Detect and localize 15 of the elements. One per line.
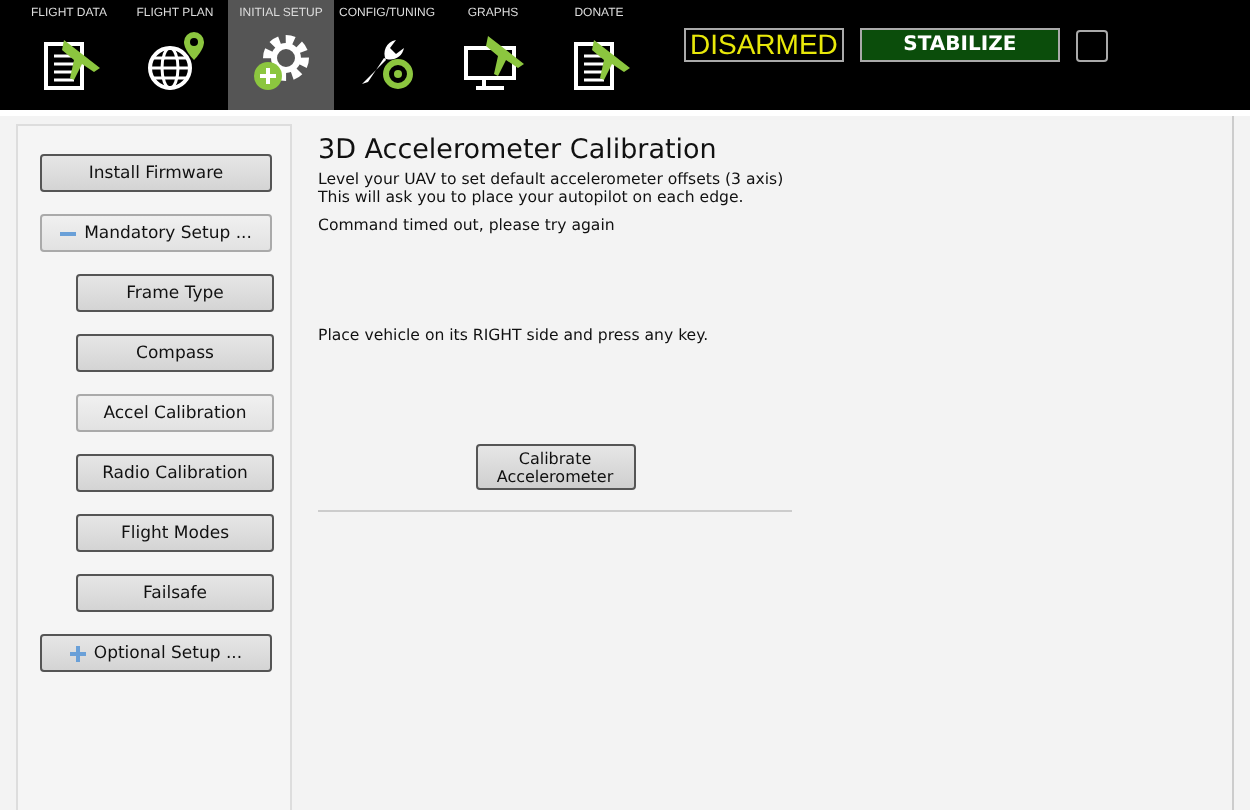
flight-mode: STABILIZE	[859, 28, 1060, 62]
status-box	[1075, 29, 1108, 61]
page-title: 3D Accelerometer Calibration	[318, 134, 717, 166]
sidebar-button[interactable]: Optional Setup ...	[40, 634, 272, 672]
calibrate-button[interactable]: Calibrate Accelerometer	[475, 444, 635, 490]
arm-status: DISARMED	[684, 28, 844, 62]
sidebar-button[interactable]: Accel Calibration	[76, 394, 274, 432]
sidebar-button[interactable]: Compass	[76, 334, 274, 372]
sidebar-button[interactable]: Install Firmware	[40, 154, 272, 192]
sidebar-button[interactable]: Frame Type	[76, 274, 274, 312]
sidebar-button[interactable]: Mandatory Setup ...	[40, 214, 272, 252]
sidebar-button[interactable]: Flight Modes	[76, 514, 274, 552]
sidebar-button[interactable]: Failsafe	[76, 574, 274, 612]
sidebar-button[interactable]: Radio Calibration	[76, 454, 274, 492]
minus-icon	[60, 231, 77, 235]
